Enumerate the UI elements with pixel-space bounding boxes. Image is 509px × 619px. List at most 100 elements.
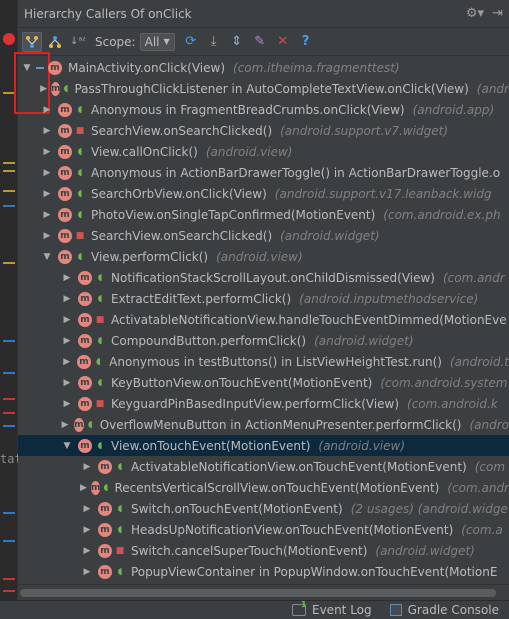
package-name: (android.widget) [314,333,414,348]
tree-row[interactable]: ▼ m MainActivity.onClick(View) (com.itheima… [18,57,509,78]
expand-arrow-right-icon[interactable]: ▶ [40,126,54,136]
expand-arrow-right-icon[interactable]: ▶ [60,273,74,283]
package-name: (com.andr [443,270,505,285]
expand-arrow-right-icon[interactable]: ▶ [40,231,54,241]
expand-arrow-right-icon[interactable]: ▶ [40,105,54,115]
expand-arrow-right-icon[interactable]: ▶ [60,357,73,367]
autoscroll-icon[interactable]: ⇕ [227,32,247,52]
scope-select[interactable]: All ▼ [139,32,175,51]
package-name: (com [474,459,506,474]
tree-row[interactable]: ▶ m ◖ SearchOrbView.onClick(View) (android.s… [18,183,509,204]
expand-arrow-right-icon[interactable]: ▶ [80,504,94,514]
tree-row[interactable]: ▶ m ◖ HeadsUpNotificationView.onTouchEvent(… [18,519,509,540]
method-icon: m [77,354,91,369]
tree-row[interactable]: ▶ m ◖ NotificationStackScrollLayout.onChild… [18,267,509,288]
expand-arrow-right-icon[interactable]: ▶ [80,483,87,493]
tree-row[interactable]: ▶ m ■ KeyguardPinBasedInputView.performClic… [18,393,509,414]
expand-arrow-right-icon[interactable]: ▶ [60,378,74,388]
public-access-icon: ◖ [97,440,103,451]
expand-arrow-right-icon[interactable]: ▶ [80,546,94,556]
hide-panel-icon[interactable]: ⇥ [492,6,503,21]
tree-row[interactable]: ▶ m ◖ OverflowMenuButton in ActionMenuPrese… [18,414,509,435]
package-name: (com.a [461,522,503,537]
tree-row[interactable]: ▶ m ◖ PopupViewContainer in PopupWindow.onT… [18,561,509,582]
tree-row[interactable]: ▶ m ■ SearchView.onSearchClicked() (android.… [18,225,509,246]
tree-row[interactable]: ▶ m ◖ ExtractEditText.performClick() (androi… [18,288,509,309]
tree-row[interactable]: ▶ m ◖ View.callOnClick() (android.view) [18,141,509,162]
method-name: PhotoView.onSingleTapConfirmed(MotionEve… [91,207,376,222]
method-icon: m [91,480,101,495]
method-icon: m [98,501,112,516]
method-name: SearchOrbView.onClick(View) [91,186,267,201]
scrollbar-thumb[interactable] [20,589,496,597]
expand-arrow-right-icon[interactable]: ▶ [80,525,94,535]
tree-row[interactable]: ▶ m ■ SearchView.onSearchClicked() (android.… [18,120,509,141]
pin-icon[interactable]: ✎ [250,32,270,52]
refresh-icon[interactable]: ⟳ [181,32,201,52]
tree-row[interactable]: ▶ m ■ ActivatableNotificationView.handleTou… [18,309,509,330]
gradle-console-button[interactable]: Gradle Console [389,603,499,617]
method-name: SearchView.onSearchClicked() [91,123,273,138]
tree-row[interactable]: ▶ m ◖ CompoundButton.performClick() (android… [18,330,509,351]
method-name: Anonymous in testButtons() in ListViewHe… [109,354,442,369]
collapse-minus-icon [36,66,44,69]
method-icon: m [58,165,72,180]
expand-arrow-right-icon[interactable]: ▶ [60,399,74,409]
public-access-icon: ◖ [117,503,123,514]
expand-arrow-right-icon[interactable]: ▶ [40,84,47,94]
public-access-icon: ◖ [63,83,69,94]
public-access-icon: ◖ [77,146,83,157]
caller-hierarchy-icon[interactable] [22,31,42,52]
method-icon: m [78,270,92,285]
method-name: Anonymous in ActionBarDrawerToggle() in … [91,165,501,180]
tree-row[interactable]: ▶ m ◖ Anonymous in testButtons() in ListVie… [18,351,509,372]
expand-arrow-right-icon[interactable]: ▶ [80,462,94,472]
tree-row[interactable]: ▶ m ◖ PassThroughClickListener in AutoCompl… [18,78,509,99]
expand-arrow-right-icon[interactable]: ▶ [80,567,94,577]
horizontal-scrollbar[interactable] [18,584,509,600]
method-icon: m [78,396,92,411]
expand-arrow-right-icon[interactable]: ▶ [40,189,54,199]
expand-arrow-right-icon[interactable]: ▶ [60,294,74,304]
method-name: View.performClick() [91,249,209,264]
tree-row[interactable]: ▼ m ◖ View.onTouchEvent(MotionEvent) (androi… [18,435,509,456]
package-name: (android.widget) [280,228,380,243]
gutter-marker [3,578,15,580]
tree-row[interactable]: ▶ m ◖ KeyButtonView.onTouchEvent(MotionEven… [18,372,509,393]
tree-row[interactable]: ▶ m ◖ Switch.onTouchEvent(MotionEvent) (2 us… [18,498,509,519]
export-icon[interactable]: ⤓ [204,32,224,52]
expand-arrow-right-icon[interactable]: ▶ [40,147,54,157]
package-name: (com.itheima.fragmenttest) [233,60,400,75]
tree-row[interactable]: ▶ m ◖ RecentsVerticalScrollView.onTouchEven… [18,477,509,498]
tree-row[interactable]: ▶ m ◖ ActivatableNotificationView.onTouchEv… [18,456,509,477]
package-name: (com.android.k [407,396,498,411]
expand-arrow-right-icon[interactable]: ▶ [40,210,54,220]
sort-alpha-icon[interactable]: ↓ᵃᶻ [68,32,88,52]
expand-arrow-right-icon[interactable]: ▶ [60,336,74,346]
close-icon[interactable]: ✕ [273,32,293,52]
tree-row[interactable]: ▼ m ◖ View.performClick() (android.view) [18,246,509,267]
method-icon: m [78,333,92,348]
tree-row[interactable]: ▶ m ■ Switch.cancelSuperTouch(MotionEvent) (… [18,540,509,561]
help-icon[interactable]: ? [296,32,316,52]
expand-arrow-down-icon[interactable]: ▼ [40,252,54,262]
package-name: (andr [476,81,509,96]
tree-row[interactable]: ▶ m ◖ Anonymous in FragmentBreadCrumbs.onCl… [18,99,509,120]
expand-arrow-right-icon[interactable]: ▶ [60,315,74,325]
expand-arrow-down-icon[interactable]: ▼ [60,441,74,451]
chevron-down-icon: ▼ [163,37,170,46]
gutter-marker [3,262,15,264]
tree-row[interactable]: ▶ m ◖ PhotoView.onSingleTapConfirmed(Motion… [18,204,509,225]
private-access-icon: ■ [95,314,105,325]
gutter-marker [3,540,15,542]
public-access-icon: ◖ [97,335,103,346]
expand-arrow-right-icon[interactable]: ▶ [60,420,70,430]
gear-icon[interactable]: ⚙▾ [466,6,484,21]
gutter-code-text: tat [0,452,18,466]
expand-arrow-down-icon[interactable]: ▼ [20,63,34,73]
event-log-button[interactable]: 1 Event Log [292,600,372,617]
event-log-count: 1 [301,600,307,609]
expand-arrow-right-icon[interactable]: ▶ [40,168,54,178]
tree-row[interactable]: ▶ m ◖ Anonymous in ActionBarDrawerToggle() … [18,162,509,183]
callee-hierarchy-icon[interactable] [45,32,65,52]
